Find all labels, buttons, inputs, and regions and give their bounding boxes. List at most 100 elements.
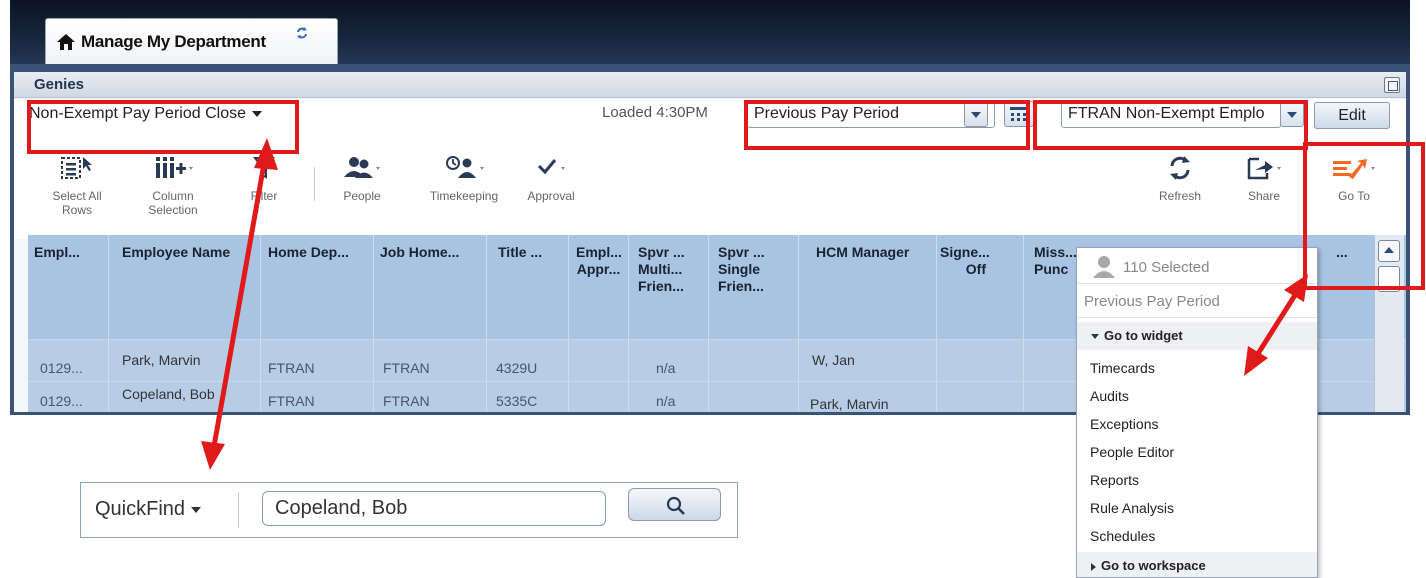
genie-selector[interactable]: Non-Exempt Pay Period Close [29,105,262,123]
people-icon [344,157,380,178]
column-header-job-home[interactable]: Job Home... [380,244,459,261]
genie-selector-label: Non-Exempt Pay Period Close [29,105,246,122]
timekeeping-button[interactable]: Timekeeping [421,153,507,203]
screenshot-stage: Manage My Department Genies Non-Exempt P… [0,0,1426,578]
column-divider [1023,235,1024,414]
go-to-button[interactable]: Go To [1324,153,1384,203]
column-divider [628,235,629,414]
cell-employee-id: 0129... [40,360,83,376]
caret-down-icon [1091,334,1099,340]
calendar-button[interactable] [1004,101,1034,127]
menu-item-reports[interactable]: Reports [1090,472,1139,488]
toolbar: Select All Rows Column Selection Filter [14,141,1406,239]
select-all-rows-label: Select All Rows [52,189,102,217]
column-divider [373,235,374,414]
timeframe-select[interactable]: Previous Pay Period [747,101,995,128]
approval-button[interactable]: Approval [521,153,581,203]
column-header-title[interactable]: Title ... [498,244,542,261]
maximize-icon[interactable] [1384,77,1400,93]
column-header-home-department[interactable]: Home Dep... [268,244,349,261]
column-divider [108,235,109,414]
filter-label: Filter [250,189,278,203]
column-header-employee-approval[interactable]: Empl... Appr... [576,244,622,278]
go-to-widget-label: Go to widget [1104,328,1183,343]
grid-scrollbar[interactable] [1374,235,1404,414]
column-header-employee-name[interactable]: Employee Name [122,244,230,261]
panel-title: Genies [34,76,85,93]
cell-home-department: FTRAN [268,393,315,409]
menu-item-rule-analysis[interactable]: Rule Analysis [1090,500,1174,516]
cell-hcm-manager: Park, Marvin [810,396,889,412]
quickfind-input[interactable] [262,491,606,526]
menu-item-timecards[interactable]: Timecards [1090,360,1155,376]
column-header-spvr-multi[interactable]: Spvr ... Multi... Frien... [638,244,698,295]
column-header-more[interactable]: ... [1336,244,1348,261]
caret-right-icon [1091,562,1096,571]
column-divider [568,235,569,414]
cell-job-home: FTRAN [383,360,430,376]
go-to-label: Go To [1338,189,1370,203]
chevron-down-icon [251,110,262,117]
cell-spvr-multi: n/a [656,393,676,409]
genies-header: Genies [14,72,1406,98]
menu-item-exceptions[interactable]: Exceptions [1090,416,1158,432]
checkmark-icon [537,159,565,175]
person-icon [1093,256,1115,278]
calendar-icon [1010,107,1028,121]
column-divider [798,235,799,414]
column-header-employee-id[interactable]: Empl... [34,244,80,261]
people-label: People [343,189,381,203]
selected-count: 110 Selected [1077,248,1317,284]
menu-item-people-editor[interactable]: People Editor [1090,444,1174,460]
tab-title: Manage My Department [81,31,266,51]
share-button[interactable]: Share [1236,153,1292,203]
cell-employee-name: Copeland, Bob [122,386,215,402]
refresh-label: Refresh [1158,189,1202,203]
quickfind-divider [238,492,239,528]
timeframe-dropdown-button[interactable] [964,102,988,127]
quickfind-selector[interactable]: QuickFind [95,498,202,521]
loaded-timestamp: Loaded 4:30PM [602,104,708,121]
people-button[interactable]: People [332,153,392,203]
menu-item-audits[interactable]: Audits [1090,388,1129,404]
scroll-thumb[interactable] [1378,266,1400,292]
select-all-rows-button[interactable]: Select All Rows [46,153,108,217]
cell-title: 4329U [496,360,538,376]
go-to-widget-section[interactable]: Go to widget [1077,322,1317,350]
filter-icon [252,157,276,179]
hyperfind-select[interactable]: FTRAN Non-Exempt Emplo [1061,101,1281,128]
column-header-hcm-manager[interactable]: HCM Manager [816,244,909,261]
column-header-missed-punch[interactable]: Miss... Punc [1034,244,1078,278]
cell-employee-name: Park, Marvin [122,352,201,368]
menu-item-schedules[interactable]: Schedules [1090,528,1155,544]
edit-button[interactable]: Edit [1314,102,1390,129]
timekeeping-label: Timekeeping [429,189,499,203]
quickfind-bar: QuickFind [80,482,738,538]
cell-hcm-manager: W, Jan [812,352,855,368]
column-selection-button[interactable]: Column Selection [134,153,212,217]
scroll-up-icon[interactable] [1378,240,1400,262]
cell-home-department: FTRAN [268,360,315,376]
column-divider [486,235,487,414]
cell-employee-id: 0129... [40,393,83,409]
share-label: Share [1247,189,1281,203]
tab-manage-my-department[interactable]: Manage My Department [45,18,338,64]
quickfind-search-button[interactable] [628,488,721,521]
controls-row: Non-Exempt Pay Period Close Loaded 4:30P… [14,99,1406,141]
tab-refresh-icon[interactable] [295,26,309,40]
approval-label: Approval [527,189,575,203]
hyperfind-dropdown-button[interactable] [1280,102,1304,127]
timekeeping-icon [446,156,484,178]
column-header-spvr-single[interactable]: Spvr ... Single Frien... [718,244,778,295]
filter-button[interactable]: Filter [244,153,284,203]
go-to-icon [1333,159,1375,179]
column-header-signed-off[interactable]: Signe... Off [940,244,990,278]
refresh-button[interactable]: Refresh [1152,153,1208,203]
go-to-workspace-section[interactable]: Go to workspace [1077,552,1317,577]
chevron-down-icon [191,506,202,513]
home-icon [57,33,75,50]
cell-job-home: FTRAN [383,393,430,409]
cell-title: 5335C [496,393,538,409]
column-selection-label: Column Selection [148,189,198,217]
column-divider [936,235,937,414]
